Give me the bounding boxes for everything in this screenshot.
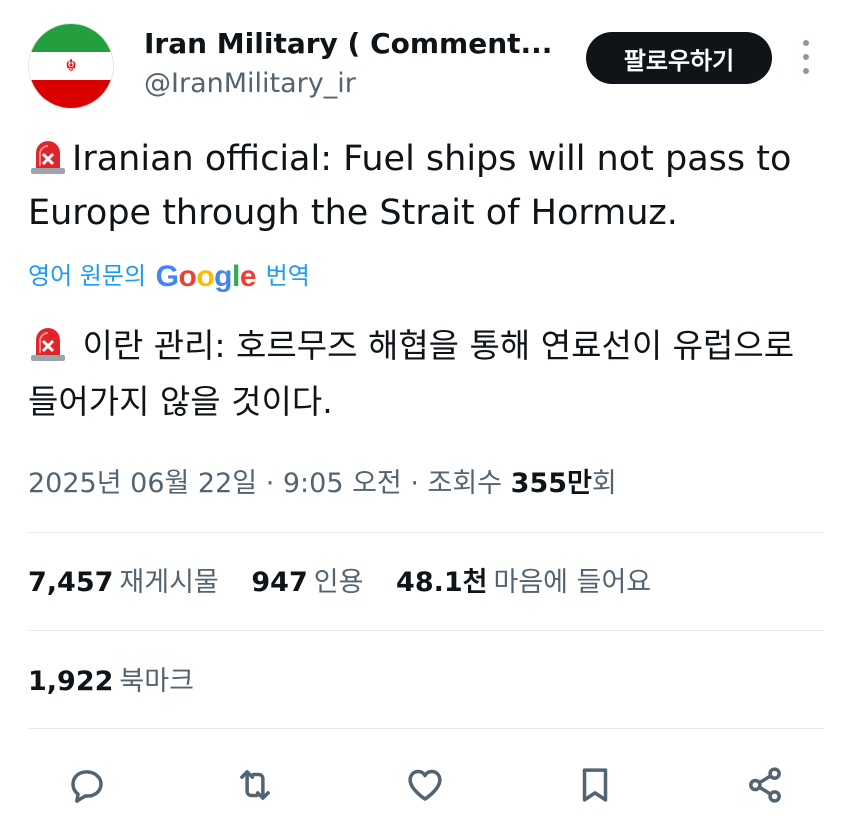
iran-emblem-icon: ☬ <box>65 55 77 75</box>
engagement-stats: 7,457 재게시물 947 인용 48.1천 마음에 들어요 <box>28 561 675 605</box>
follow-button[interactable]: 팔로우하기 <box>586 32 772 84</box>
tweet-text-ko: 이란 관리: 호르무즈 해협을 통해 연료선이 유럽으로 들어가지 않을 것이다… <box>28 326 795 421</box>
siren-icon <box>31 328 65 361</box>
siren-icon <box>31 141 65 174</box>
bookmark-button[interactable] <box>570 760 620 810</box>
bookmark-icon <box>582 768 608 802</box>
views-label: 조회수 <box>427 468 503 499</box>
translate-prefix: 영어 원문의 <box>28 262 147 290</box>
repost-button[interactable] <box>230 760 280 810</box>
translation-attribution[interactable]: 영어 원문의 Google 번역 <box>28 258 310 295</box>
action-bar <box>0 760 850 810</box>
tweet-meta: 2025년 06월 22일 · 9:05 오전 · 조회수 355만회 <box>28 468 617 499</box>
tweet-text-en: Iranian official: Fuel ships will not pa… <box>28 139 792 233</box>
translate-suffix: 번역 <box>265 262 310 290</box>
google-logo: Google <box>155 260 257 293</box>
avatar[interactable]: ☬ <box>28 23 114 109</box>
share-button[interactable] <box>740 760 790 810</box>
divider <box>28 728 824 729</box>
views-count: 355만 <box>510 468 592 499</box>
repost-icon <box>240 770 270 800</box>
like-button[interactable] <box>400 760 450 810</box>
divider <box>28 630 824 631</box>
views-suffix: 회 <box>591 468 617 499</box>
tweet-text-translated: 이란 관리: 호르무즈 해협을 통해 연료선이 유럽으로 들어가지 않을 것이다… <box>28 318 828 430</box>
author-name[interactable]: Iran Military ( Comment... <box>144 26 554 62</box>
divider <box>28 532 824 533</box>
bookmarks-stat[interactable]: 1,922 북마크 <box>28 660 194 704</box>
tweet-date[interactable]: 2025년 06월 22일 <box>28 468 257 499</box>
tweet-time[interactable]: 9:05 오전 <box>283 468 402 499</box>
tweet-text-original: Iranian official: Fuel ships will not pa… <box>28 132 828 240</box>
reposts-stat[interactable]: 7,457 재게시물 <box>28 567 243 598</box>
author-handle[interactable]: @IranMilitary_ir <box>144 66 356 102</box>
reply-icon <box>71 770 103 803</box>
tweet-header: ☬ Iran Military ( Comment... @IranMilita… <box>0 0 850 120</box>
share-icon <box>749 767 781 803</box>
likes-stat[interactable]: 48.1천 마음에 들어요 <box>396 567 675 598</box>
more-options-icon[interactable] <box>796 40 816 74</box>
quotes-stat[interactable]: 947 인용 <box>251 567 387 598</box>
heart-icon <box>408 769 442 801</box>
reply-button[interactable] <box>62 760 112 810</box>
